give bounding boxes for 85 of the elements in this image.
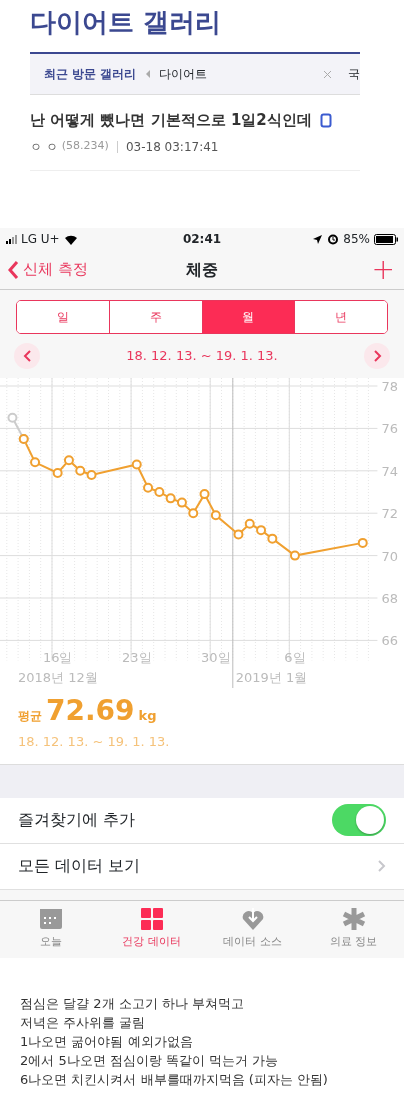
toggle-switch[interactable] (332, 804, 386, 836)
battery-icon (374, 233, 398, 245)
signal-icon (6, 234, 17, 244)
battery-percent: 85% (343, 231, 370, 248)
x-tick-label: 23일 (122, 650, 152, 666)
data-point (233, 529, 244, 540)
caption-line: 6나오면 치킨시켜서 배부를때까지먹음 (피자는 안됨) (20, 1070, 329, 1089)
average-label: 평균 (18, 708, 42, 725)
tab-bar-item[interactable]: 데이터 소스 (202, 900, 303, 958)
caption-line: 저녁은 주사위를 굴림 (20, 1013, 147, 1032)
chevron-right-icon (372, 350, 382, 362)
x-tick-label: 6일 (284, 650, 306, 666)
y-tick-label: 78 (381, 379, 398, 394)
carrier-name: LG U+ (21, 231, 60, 248)
chevron-left-icon (8, 259, 19, 280)
status-time: 02:41 (181, 231, 223, 248)
wifi-icon (63, 233, 78, 245)
data-point (143, 482, 154, 493)
data-point (7, 412, 18, 423)
data-point (256, 525, 267, 536)
segment-tab[interactable]: 월 (201, 301, 295, 333)
grid-icon (138, 906, 165, 931)
data-point (188, 508, 199, 519)
alarm-icon (327, 233, 340, 245)
data-point (210, 510, 221, 521)
date-range: 18. 12. 13. ~ 19. 1. 13. (126, 347, 278, 366)
y-tick-label: 76 (381, 421, 398, 437)
author-ip: (58.234) (61, 138, 109, 155)
previous-button[interactable] (14, 343, 40, 369)
calendar-icon (37, 906, 64, 931)
average-range: 18. 12. 13. ~ 19. 1. 13. (18, 733, 171, 751)
caption-line: 점심은 달걀 2개 소고기 하나 부쳐먹고 (20, 994, 245, 1013)
data-point (63, 455, 74, 466)
post-date: 03-18 03:17:41 (125, 138, 219, 156)
chevron-right-icon (378, 860, 386, 872)
segment-tab[interactable]: 년 (294, 301, 387, 333)
data-point (52, 467, 63, 478)
data-point (267, 533, 278, 544)
data-point (176, 497, 187, 508)
back-button[interactable]: 신체 측정 (8, 258, 138, 281)
asterisk-icon (340, 906, 367, 931)
nav-title: 체중 (185, 258, 219, 281)
y-tick-label: 74 (381, 463, 398, 479)
caption-line: 2에서 5나오면 점심이랑 똑같이 먹는거 가능 (20, 1051, 280, 1070)
location-icon (312, 233, 324, 245)
tab-bar-item[interactable]: 의료 정보 (303, 900, 404, 958)
mobile-icon (319, 112, 332, 128)
month-label: 2018년 12월 (18, 670, 98, 686)
row-label: 모든 데이터 보기 (18, 855, 141, 877)
arrow-icon (144, 69, 152, 79)
y-tick-label: 70 (381, 548, 398, 564)
x-tick-label: 30일 (201, 650, 231, 666)
y-tick-label: 68 (381, 591, 398, 606)
list-row[interactable]: 모든 데이터 보기 (0, 843, 404, 890)
unit-label: kg (138, 707, 157, 725)
data-point (165, 493, 176, 504)
data-point (154, 487, 165, 497)
data-point (86, 470, 97, 481)
recent-label: 최근 방문 갤러리 (44, 66, 137, 83)
data-point (75, 465, 86, 476)
next-button[interactable] (364, 343, 390, 369)
average-value: 72.69 (46, 693, 135, 729)
data-point (199, 489, 210, 500)
gallery-title: 다이어트 갤러리 (30, 6, 223, 39)
y-tick-label: 72 (381, 506, 398, 522)
close-icon[interactable] (323, 69, 332, 79)
data-point (30, 457, 41, 468)
y-tick-label: 66 (381, 633, 398, 649)
tab-bar-item[interactable]: 오늘 (0, 900, 101, 958)
gallery-link[interactable]: 다이어트 (159, 65, 208, 83)
row-label: 즐겨찾기에 추가 (18, 809, 136, 831)
caption-line: 1나오면 굶어야됨 예외가없음 (20, 1032, 194, 1051)
data-point (244, 518, 255, 529)
data-point (131, 459, 142, 470)
gallery-link[interactable]: 국 (348, 65, 360, 83)
tab-bar-item[interactable]: 건강 데이터 (101, 900, 202, 958)
add-button[interactable]: + (370, 254, 396, 285)
back-label: 신체 측정 (23, 259, 88, 281)
author-name: ㅇ ㅇ (30, 138, 58, 156)
x-tick-label: 16일 (42, 650, 73, 666)
chevron-left-icon (22, 350, 32, 362)
data-point (357, 537, 368, 548)
data-point (289, 550, 300, 561)
month-label: 2019년 1월 (235, 670, 308, 686)
post-title[interactable]: 난 어떻게 뺐나면 기본적으로 1일2식인데 (30, 109, 312, 132)
